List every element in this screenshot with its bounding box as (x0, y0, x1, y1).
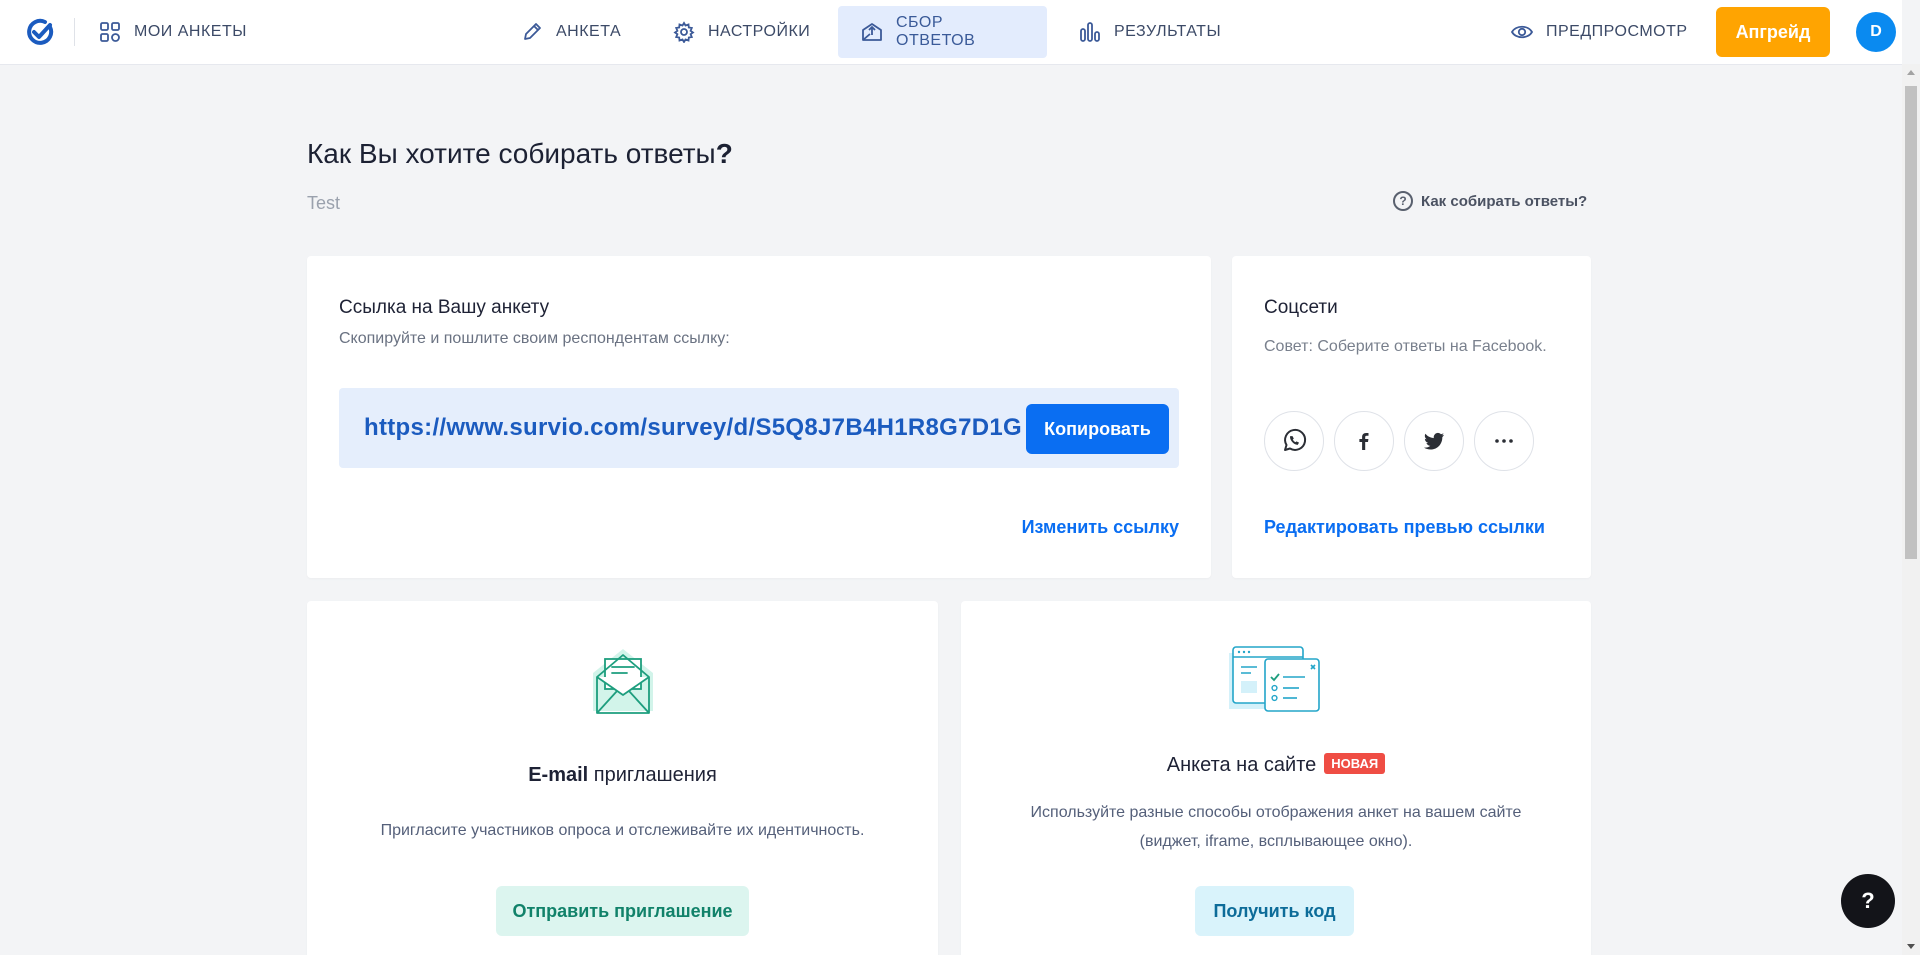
email-title-bold: E-mail (528, 764, 589, 786)
my-surveys-label: МОИ АНКЕТЫ (134, 23, 247, 40)
social-tip: Совет: Соберите ответы на Facebook. (1264, 338, 1547, 355)
whatsapp-share-button[interactable] (1264, 411, 1324, 471)
survio-logo-icon[interactable] (24, 16, 56, 48)
survey-name: Test (307, 193, 341, 213)
email-invitations-card: E-mail приглашения Пригласите участников… (307, 601, 938, 955)
twitter-share-button[interactable] (1404, 411, 1464, 471)
website-widget-icon (1227, 643, 1323, 722)
top-navigation-bar: МОИ АНКЕТЫ АНКЕТА НАСТРОЙКИ СБОР ОТВЕТОВ (0, 0, 1902, 65)
scroll-down-arrow-icon[interactable] (1907, 944, 1915, 949)
gear-icon (672, 20, 696, 44)
email-envelope-icon (587, 645, 659, 720)
email-invitations-title: E-mail приглашения (307, 764, 938, 787)
tab-collect-label: СБОР ОТВЕТОВ (896, 14, 976, 49)
facebook-share-button[interactable] (1334, 411, 1394, 471)
survey-on-website-description: Используйте разные способы отображения а… (961, 798, 1591, 856)
page-title-text: Как Вы хотите собирать ответы (307, 138, 716, 169)
social-title: Соцсети (1264, 297, 1338, 318)
site-description-line-1: Используйте разные способы отображения а… (1030, 804, 1522, 821)
survey-link-title: Ссылка на Вашу анкету (339, 297, 550, 318)
tab-settings-label: НАСТРОЙКИ (708, 23, 811, 40)
envelope-upload-icon (860, 20, 884, 44)
social-share-buttons (1264, 411, 1534, 471)
site-title-text: Анкета на сайте (1166, 754, 1317, 776)
bar-chart-icon (1078, 20, 1102, 44)
user-avatar[interactable]: D (1856, 12, 1896, 52)
whatsapp-icon (1284, 428, 1307, 451)
grid-icon (98, 20, 122, 44)
more-share-button[interactable] (1474, 411, 1534, 471)
question-circle-icon: ? (1393, 191, 1413, 211)
edit-link-preview-button[interactable]: Редактировать превью ссылки (1264, 517, 1545, 538)
tab-survey-label: АНКЕТА (556, 23, 622, 40)
social-networks-card: Соцсети Совет: Соберите ответы на Facebo… (1232, 256, 1591, 578)
tab-settings[interactable]: НАСТРОЙКИ (650, 6, 832, 58)
facebook-icon (1359, 433, 1369, 450)
tab-survey[interactable]: АНКЕТА (498, 6, 643, 58)
page-title-mark: ? (715, 138, 733, 169)
tab-results-label: РЕЗУЛЬТАТЫ (1114, 23, 1222, 40)
divider (74, 18, 75, 46)
twitter-icon (1424, 432, 1444, 450)
upgrade-button[interactable]: Апгрейд (1716, 7, 1830, 57)
new-badge: НОВАЯ (1324, 753, 1386, 775)
email-invitations-description: Пригласите участников опроса и отслежива… (380, 822, 865, 839)
copy-link-button[interactable]: Копировать (1026, 404, 1169, 454)
survey-link-card: Ссылка на Вашу анкету Скопируйте и пошли… (307, 256, 1211, 578)
pencil-icon (520, 20, 544, 44)
page-scrollbar[interactable] (1902, 64, 1920, 955)
survey-link-box: https://www.survio.com/survey/d/S5Q8J7B4… (339, 388, 1179, 468)
get-code-button[interactable]: Получить код (1195, 886, 1354, 936)
page-title: Как Вы хотите собирать ответы? (307, 138, 733, 170)
email-title-rest: приглашения (588, 764, 717, 786)
site-description-line-2: (виджет, iframe, всплывающее окно). (1139, 833, 1413, 850)
scrollbar-thumb[interactable] (1905, 86, 1917, 559)
my-surveys-link[interactable]: МОИ АНКЕТЫ (76, 6, 269, 58)
how-to-collect-link[interactable]: ? Как собирать ответы? (1393, 191, 1587, 211)
send-invitation-button[interactable]: Отправить приглашение (496, 886, 749, 936)
survey-on-website-title: Анкета на сайте НОВАЯ (961, 753, 1591, 777)
eye-icon (1510, 20, 1534, 44)
more-icon (1495, 439, 1513, 443)
survey-link-subtitle: Скопируйте и пошлите своим респондентам … (339, 330, 730, 347)
preview-label: ПРЕДПРОСМОТР (1546, 23, 1688, 40)
how-to-collect-label: Как собирать ответы? (1421, 192, 1588, 210)
tab-results[interactable]: РЕЗУЛЬТАТЫ (1056, 6, 1243, 58)
help-chat-button[interactable]: ? (1841, 874, 1895, 928)
tab-collect-responses[interactable]: СБОР ОТВЕТОВ (838, 6, 1047, 58)
change-link-button[interactable]: Изменить ссылку (1022, 517, 1179, 538)
survey-url[interactable]: https://www.survio.com/survey/d/S5Q8J7B4… (364, 414, 1022, 442)
scroll-up-arrow-icon[interactable] (1907, 70, 1915, 75)
preview-button[interactable]: ПРЕДПРОСМОТР (1488, 6, 1710, 58)
survey-on-website-card: Анкета на сайте НОВАЯ Используйте разные … (961, 601, 1591, 955)
